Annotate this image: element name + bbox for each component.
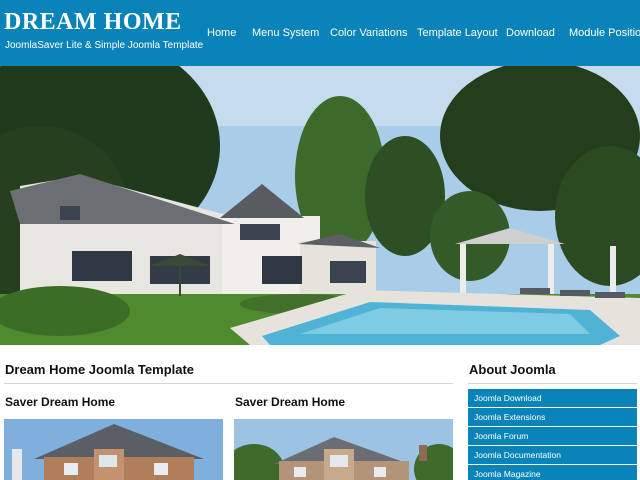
nav-item-download[interactable]: Download [506,27,555,39]
main-heading-divider [4,383,453,384]
hero-image [0,66,640,345]
nav-item-home[interactable]: Home [207,27,236,39]
nav-item-template-layout[interactable]: Template Layout [417,27,498,39]
nav-item-menu-system[interactable]: Menu System [252,27,319,39]
sidebar-heading: About Joomla [469,362,556,377]
sidebar-item-joomla-download[interactable]: Joomla Download [468,389,637,407]
sidebar-item-joomla-forum[interactable]: Joomla Forum [468,427,637,445]
nav-item-module-position[interactable]: Module Position [569,27,640,39]
main-heading: Dream Home Joomla Template [5,362,195,377]
nav-item-color-variations[interactable]: Color Variations [330,27,407,39]
sidebar-item-joomla-documentation[interactable]: Joomla Documentation [468,446,637,464]
card-thumbnail-1[interactable] [4,419,223,480]
sidebar-item-joomla-magazine[interactable]: Joomla Magazine [468,465,637,480]
house-thumbnail-1 [4,419,223,480]
house-thumbnail-2 [234,419,453,480]
sidebar-menu: Joomla Download Joomla Extensions Joomla… [468,389,637,480]
sidebar-item-joomla-extensions[interactable]: Joomla Extensions [468,408,637,426]
card-thumbnail-2[interactable] [234,419,453,480]
card-title-2[interactable]: Saver Dream Home [235,395,345,409]
site-header: DREAM HOME JoomlaSaver Lite & Simple Joo… [0,0,640,66]
sidebar-heading-divider [468,383,637,384]
main-nav: Home Menu System Color Variations Templa… [0,0,640,66]
card-title-1[interactable]: Saver Dream Home [5,395,115,409]
hero-house-pool-illustration [0,66,640,345]
